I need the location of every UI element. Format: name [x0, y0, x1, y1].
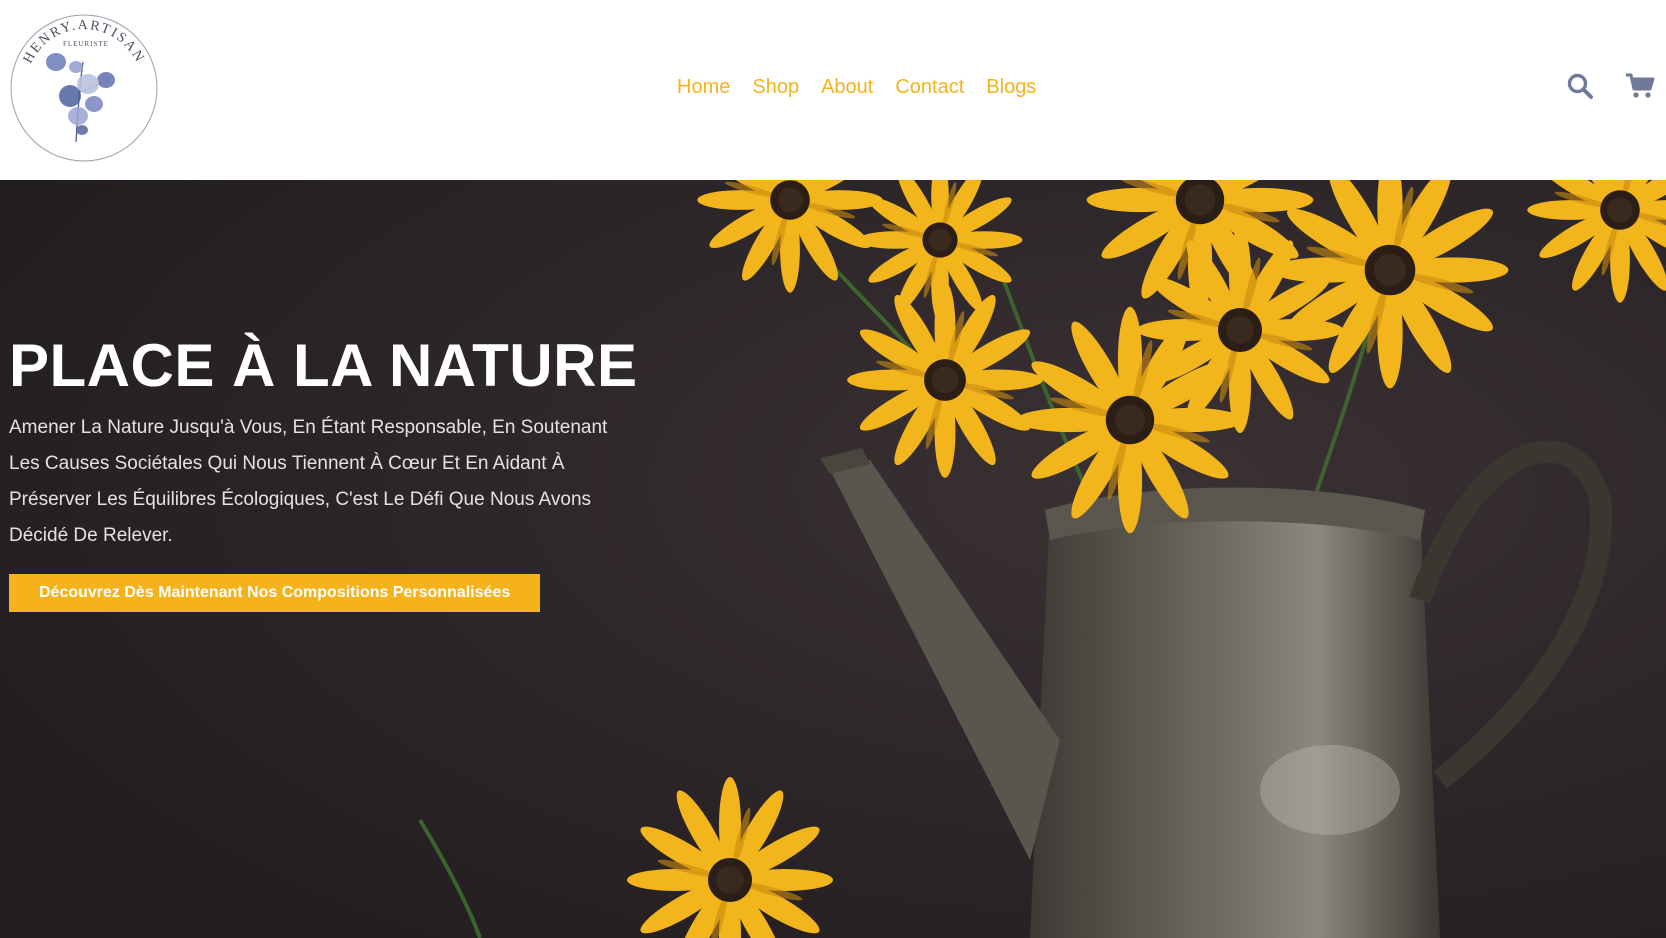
- search-button[interactable]: [1564, 70, 1596, 102]
- logo-subtext: FLEURISTE: [63, 40, 109, 48]
- hero-title: PLACE À LA NATURE: [9, 332, 638, 399]
- hero-content: PLACE À LA NATURE Amener La Nature Jusqu…: [9, 330, 649, 612]
- eucalyptus-icon: [46, 53, 115, 143]
- cart-icon: [1626, 73, 1655, 98]
- site-header: HENRY.ARTISAN FLEURISTE Home Shop About …: [0, 0, 1666, 180]
- nav-shop[interactable]: Shop: [741, 72, 810, 106]
- nav-blogs[interactable]: Blogs: [975, 72, 1047, 106]
- hero-section: PLACE À LA NATURE Amener La Nature Jusqu…: [0, 180, 1666, 938]
- brand-logo[interactable]: HENRY.ARTISAN FLEURISTE: [8, 12, 160, 164]
- search-icon: [1567, 73, 1593, 99]
- nav-contact[interactable]: Contact: [884, 72, 975, 106]
- nav-home[interactable]: Home: [666, 72, 741, 106]
- header-icons: [1564, 70, 1656, 102]
- hero-description: Amener La Nature Jusqu'à Vous, En Étant …: [9, 417, 608, 546]
- main-nav: Home Shop About Contact Blogs: [666, 72, 1047, 106]
- discover-compositions-button[interactable]: Découvrez Dès Maintenant Nos Composition…: [9, 574, 541, 612]
- nav-about[interactable]: About: [810, 72, 884, 106]
- cart-button[interactable]: [1624, 70, 1656, 102]
